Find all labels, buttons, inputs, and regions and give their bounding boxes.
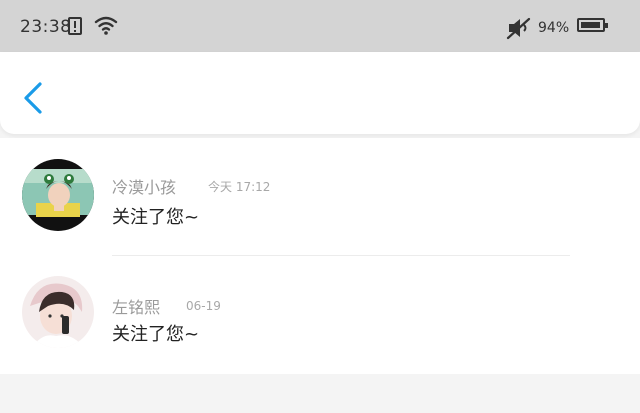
user-name[interactable]: 左铭熙 [112, 294, 160, 318]
wifi-icon [94, 16, 118, 35]
notification-list: 冷漠小孩 今天 17:12 关注了您~ 左铭熙 06-19 关注了您~ [0, 138, 640, 374]
back-button[interactable] [18, 80, 48, 116]
battery-icon [577, 18, 608, 32]
chevron-left-icon [24, 82, 42, 114]
battery-fill [581, 22, 600, 28]
list-item[interactable]: 冷漠小孩 今天 17:12 关注了您~ [0, 138, 640, 256]
message-text: 关注了您~ [112, 207, 200, 228]
avatar[interactable] [22, 159, 94, 231]
user-name[interactable]: 冷漠小孩 [112, 174, 176, 198]
list-item[interactable]: 左铭熙 06-19 关注了您~ [0, 256, 640, 374]
timestamp: 06-19 [186, 299, 221, 313]
timestamp: 今天 17:12 [208, 180, 271, 194]
status-time: 23:38 [20, 17, 72, 37]
nav-bar [0, 52, 640, 134]
speaker-muted-icon [506, 17, 531, 40]
battery-percent: 94% [538, 20, 570, 36]
alert-box-icon [68, 17, 82, 35]
message-text: 关注了您~ [112, 324, 200, 345]
avatar[interactable] [22, 276, 94, 348]
status-bar: 23:38 94% [0, 0, 640, 56]
